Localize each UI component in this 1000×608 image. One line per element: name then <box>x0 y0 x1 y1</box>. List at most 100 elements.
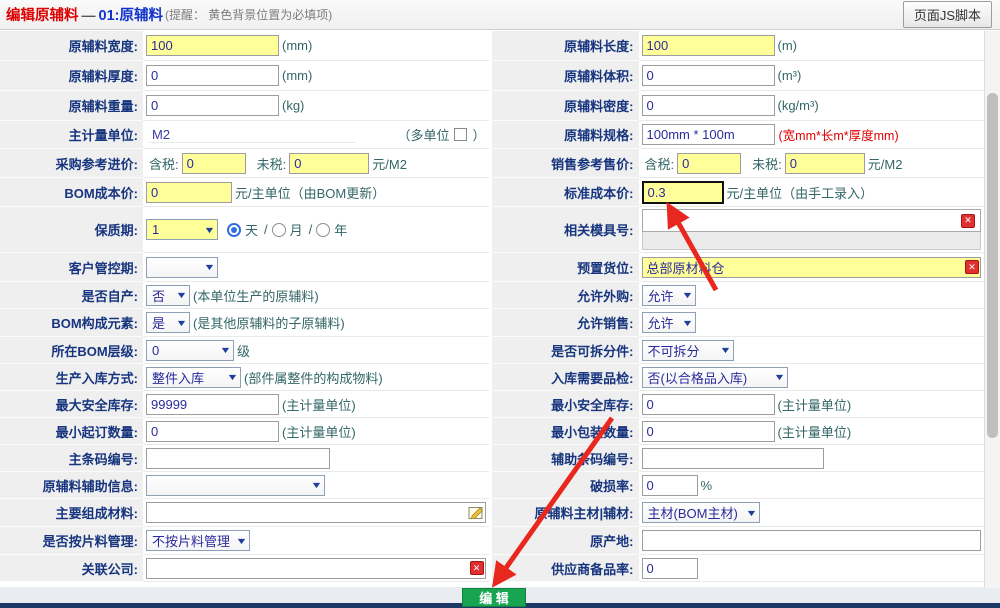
field-text: (mm) <box>282 38 312 53</box>
field-text: (宽mm*长m*厚度mm) <box>779 125 899 144</box>
text-input[interactable]: 0 <box>642 95 775 116</box>
text-input[interactable]: 0 <box>642 475 698 496</box>
vertical-scrollbar[interactable] <box>984 31 1000 588</box>
field-label-text: 原辅料长度: <box>564 36 633 55</box>
select-dropdown[interactable]: ▼ <box>146 475 325 496</box>
radio-button[interactable] <box>272 223 286 237</box>
text-input[interactable]: 0 <box>642 65 775 86</box>
field-label-text: 允许外购: <box>577 286 633 305</box>
field-label: 辅助条码编号: <box>492 445 639 472</box>
field-label-text: 关联公司: <box>82 559 138 578</box>
select-dropdown[interactable]: 0▼ <box>146 340 234 361</box>
form-row: 是否自产:否▼(本单位生产的原辅料)允许外购:允许▼ <box>0 282 984 309</box>
chevron-down-icon: ▼ <box>773 372 785 382</box>
field-label: 原辅料辅助信息: <box>0 472 143 499</box>
text-input[interactable]: 0 <box>289 153 369 174</box>
text-input[interactable]: 0 <box>642 421 775 442</box>
select-dropdown[interactable]: 允许▼ <box>642 312 696 333</box>
field-value-cell: 0.3元/主单位（由手工录入） <box>639 178 985 207</box>
field-value-cell <box>143 499 489 527</box>
text-input[interactable]: 0.3 <box>642 181 724 204</box>
field-value-cell <box>639 527 985 555</box>
select-dropdown[interactable]: 不可拆分▼ <box>642 340 734 361</box>
select-value: 不可拆分 <box>648 341 700 360</box>
text-input[interactable]: 0 <box>677 153 741 174</box>
text-input[interactable] <box>146 448 330 469</box>
text-input[interactable]: 0 <box>146 421 279 442</box>
text-input[interactable]: 总部原材料仓 <box>642 257 982 278</box>
select-value: 允许 <box>648 286 674 305</box>
text-input[interactable] <box>642 448 824 469</box>
text-input[interactable]: 99999 <box>146 394 279 415</box>
page-js-script-button[interactable]: 页面JS脚本 <box>903 1 992 28</box>
select-dropdown[interactable]: 1▼ <box>146 219 218 240</box>
field-label: 相关模具号: <box>492 207 639 253</box>
field-text: (mm) <box>282 68 312 83</box>
text-input[interactable] <box>146 558 486 579</box>
field-label: 最小包装数量: <box>492 418 639 445</box>
text-input[interactable]: 0 <box>785 153 865 174</box>
form-row: 最小起订数量:0(主计量单位)最小包装数量:0(主计量单位) <box>0 418 984 445</box>
text-input[interactable]: 0 <box>146 65 279 86</box>
radio-label: 年 <box>334 220 347 239</box>
radio-button[interactable] <box>227 223 241 237</box>
checkbox[interactable] <box>454 128 467 141</box>
field-label-text: 相关模具号: <box>564 220 633 239</box>
field-label: 标准成本价: <box>492 178 639 207</box>
field-value-cell: 0▼级 <box>143 337 489 364</box>
text-input[interactable]: 100 <box>642 35 775 56</box>
text-input[interactable]: 0 <box>642 558 698 579</box>
field-text: (kg) <box>282 98 304 113</box>
field-value-cell: 0 <box>639 555 985 582</box>
field-value-cell <box>143 445 489 472</box>
field-label: 原产地: <box>492 527 639 555</box>
delete-icon[interactable]: ✕ <box>965 260 979 274</box>
radio-button[interactable] <box>316 223 330 237</box>
field-label-text: BOM成本价: <box>64 183 138 202</box>
field-value-cell: 总部原材料仓✕ <box>639 253 985 282</box>
field-label-text: 主计量单位: <box>69 125 138 144</box>
select-dropdown[interactable]: 否(以合格品入库)▼ <box>642 367 788 388</box>
field-label: 采购参考进价: <box>0 149 143 178</box>
select-dropdown[interactable]: 整件入库▼ <box>146 367 241 388</box>
scrollbar-thumb[interactable] <box>987 93 998 438</box>
field-label: 最小安全库存: <box>492 391 639 418</box>
field-label: 是否自产: <box>0 282 143 309</box>
text-input[interactable] <box>642 530 982 551</box>
field-text: （多单位 <box>397 125 449 144</box>
select-dropdown[interactable]: 不按片料管理▼ <box>146 530 250 551</box>
field-text: M2 <box>149 127 356 143</box>
field-label: 原辅料密度: <box>492 91 639 121</box>
field-label: 所在BOM层级: <box>0 337 143 364</box>
select-dropdown[interactable]: 主材(BOM主材)▼ <box>642 502 760 523</box>
form-row: 采购参考进价:含税:0未税:0元/M2销售参考售价:含税:0未税:0元/M2 <box>0 149 984 178</box>
field-value-cell: 0(主计量单位) <box>639 418 985 445</box>
text-input[interactable]: 100 <box>146 35 279 56</box>
select-dropdown[interactable]: 是▼ <box>146 312 190 333</box>
text-input[interactable]: 0 <box>146 95 279 116</box>
select-dropdown[interactable]: 允许▼ <box>642 285 696 306</box>
edit-submit-button[interactable]: 编 辑 <box>462 588 526 607</box>
text-input[interactable] <box>146 502 486 523</box>
input-with-delete: ✕ <box>146 558 489 579</box>
select-dropdown[interactable]: ▼ <box>146 257 218 278</box>
edit-icon[interactable] <box>468 505 485 521</box>
select-value: 0 <box>152 343 159 358</box>
select-value: 允许 <box>648 313 674 332</box>
field-label-text: 最小包装数量: <box>551 422 633 441</box>
text-input[interactable]: 100mm * 100m <box>642 124 775 145</box>
field-label: 主要组成材料: <box>0 499 143 527</box>
field-value-cell: 0元/主单位（由BOM更新） <box>143 178 489 207</box>
mold-input[interactable]: ✕ <box>642 209 982 232</box>
field-value-cell: 允许▼ <box>639 282 985 309</box>
text-input[interactable]: 0 <box>642 394 775 415</box>
text-input[interactable]: 0 <box>146 182 232 203</box>
select-dropdown[interactable]: 否▼ <box>146 285 190 306</box>
delete-icon[interactable]: ✕ <box>961 214 975 228</box>
field-value-cell: ▼ <box>143 472 489 499</box>
field-value-cell: 主材(BOM主材)▼ <box>639 499 985 527</box>
field-label-text: 原辅料主材|辅材: <box>535 503 634 522</box>
delete-icon[interactable]: ✕ <box>470 561 484 575</box>
field-label: BOM成本价: <box>0 178 143 207</box>
text-input[interactable]: 0 <box>182 153 246 174</box>
